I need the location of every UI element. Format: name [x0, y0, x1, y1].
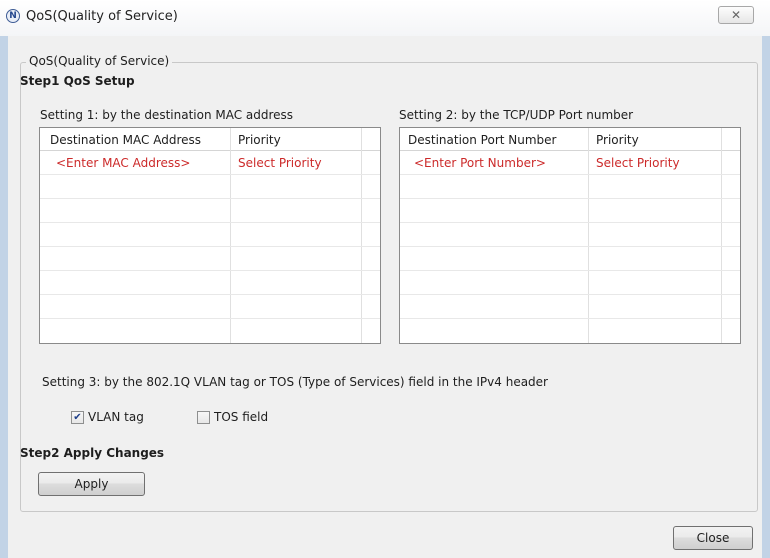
- apply-button[interactable]: Apply: [38, 472, 145, 496]
- column-header-destination-port[interactable]: Destination Port Number: [408, 133, 556, 147]
- app-icon: N: [6, 9, 20, 23]
- setting2-label: Setting 2: by the TCP/UDP Port number: [399, 108, 634, 122]
- table-header: Destination Port Number Priority: [400, 128, 740, 151]
- close-icon: ✕: [730, 8, 742, 22]
- window-frame-left: [0, 36, 8, 558]
- port-priority-table[interactable]: Destination Port Number Priority <Enter …: [399, 127, 741, 344]
- setting1-label: Setting 1: by the destination MAC addres…: [40, 108, 294, 122]
- table-header: Destination MAC Address Priority: [40, 128, 380, 151]
- window-frame-right: [762, 36, 770, 558]
- tos-field-label[interactable]: TOS field: [214, 410, 268, 424]
- close-button[interactable]: Close: [673, 526, 753, 550]
- mac-priority-table[interactable]: Destination MAC Address Priority <Enter …: [39, 127, 381, 344]
- tos-field-checkbox[interactable]: [197, 411, 210, 424]
- port-number-cell[interactable]: <Enter Port Number>: [414, 156, 546, 170]
- setting3-label: Setting 3: by the 802.1Q VLAN tag or TOS…: [42, 375, 548, 389]
- mac-priority-cell[interactable]: Select Priority: [238, 156, 322, 170]
- column-header-destination-mac[interactable]: Destination MAC Address: [50, 133, 201, 147]
- column-header-priority[interactable]: Priority: [596, 133, 639, 147]
- dialog-content: QoS(Quality of Service) Step1 QoS Setup …: [8, 36, 762, 558]
- group-legend: QoS(Quality of Service): [26, 54, 173, 68]
- window-close-button[interactable]: ✕: [718, 6, 754, 24]
- vlan-tag-label[interactable]: VLAN tag: [88, 410, 144, 424]
- checkmark-icon: ✔: [73, 411, 82, 423]
- window-title: QoS(Quality of Service): [26, 9, 178, 24]
- vlan-tag-checkbox[interactable]: ✔: [71, 411, 84, 424]
- title-bar: N QoS(Quality of Service) ✕: [0, 0, 770, 36]
- step1-heading: Step1 QoS Setup: [20, 74, 135, 88]
- step2-heading: Step2 Apply Changes: [20, 446, 165, 460]
- port-priority-cell[interactable]: Select Priority: [596, 156, 680, 170]
- mac-address-cell[interactable]: <Enter MAC Address>: [56, 156, 190, 170]
- column-header-priority[interactable]: Priority: [238, 133, 281, 147]
